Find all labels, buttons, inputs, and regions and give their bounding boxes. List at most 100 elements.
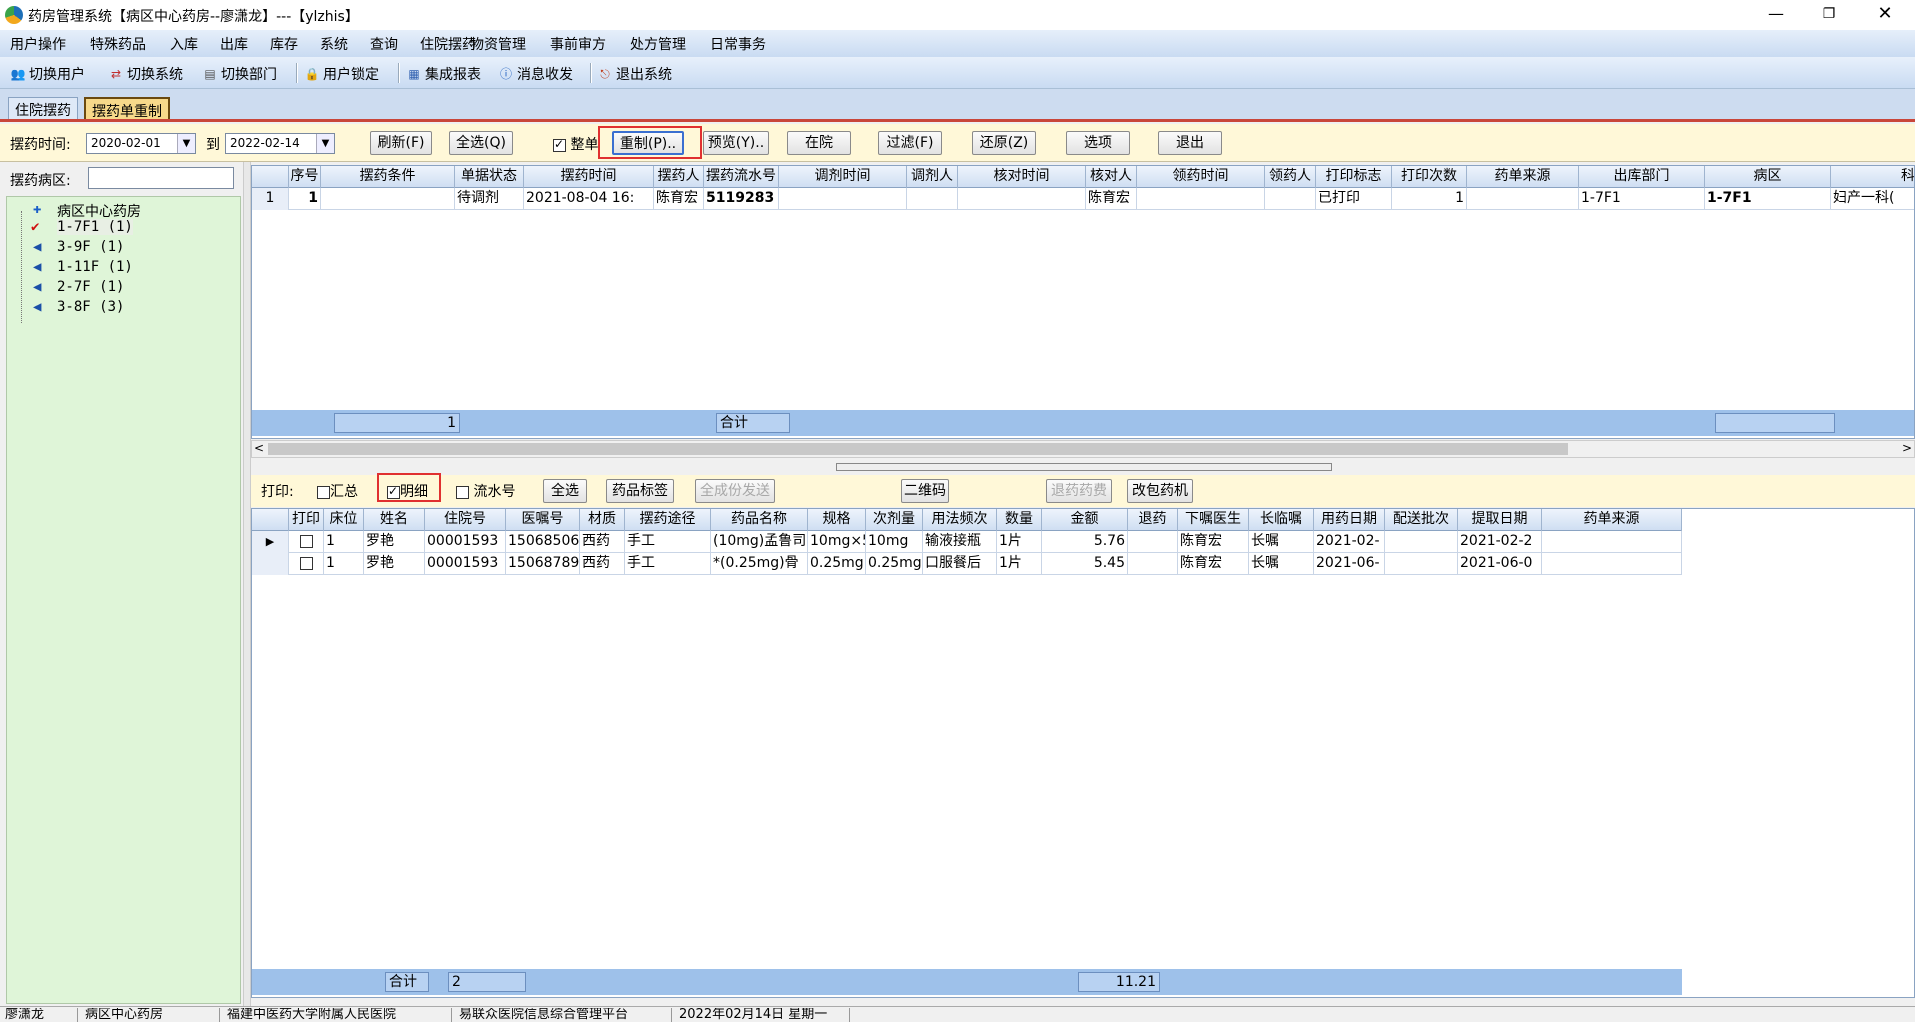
scroll-right-icon[interactable]: > (1902, 441, 1912, 455)
qr-code-button[interactable]: 二维码 (901, 479, 949, 503)
col-header[interactable]: 下嘱医生 (1178, 509, 1249, 531)
menu-materials[interactable]: 事前审方 (550, 34, 606, 54)
messages-button[interactable]: ⓘ 消息收发 (498, 64, 573, 84)
col-header[interactable]: 规格 (808, 509, 866, 531)
restore-icon[interactable]: ❐ (1806, 0, 1852, 30)
table-row[interactable]: 1 罗艳 00001593 15068789 西药 手工 *(0.25mg)骨 … (252, 553, 1682, 575)
tree-item-3-8f[interactable]: 3-8F (3) (57, 299, 124, 315)
horizontal-splitter[interactable] (836, 463, 1332, 471)
chevron-down-icon[interactable]: ▼ (177, 134, 195, 153)
tree-root[interactable]: 病区中心药房 (57, 201, 141, 221)
col-header[interactable]: 摆药途径 (625, 509, 711, 531)
reports-button[interactable]: ▦ 集成报表 (406, 64, 481, 84)
minimize-icon[interactable]: — (1753, 0, 1799, 30)
whole-order-checkbox[interactable]: 整单 (553, 134, 598, 154)
col-header[interactable]: 出库部门 (1579, 166, 1705, 188)
ward-search-input[interactable] (88, 167, 234, 189)
scroll-left-icon[interactable]: < (254, 441, 264, 455)
chevron-down-icon[interactable]: ▼ (316, 134, 334, 153)
close-icon[interactable]: ✕ (1862, 0, 1908, 30)
refresh-button[interactable]: 刷新(F) (370, 131, 432, 155)
summary-checkbox[interactable]: 汇总 (317, 481, 358, 501)
in-hospital-button[interactable]: 在院 (787, 131, 851, 155)
print-cell[interactable] (289, 553, 324, 575)
exit-system-button[interactable]: ⎋ 退出系统 (597, 64, 672, 84)
col-header[interactable]: 摆药人 (654, 166, 704, 188)
menu-inventory[interactable]: 库存 (270, 34, 298, 54)
date-to-picker[interactable]: 2022-02-14 ▼ (225, 133, 335, 154)
col-header[interactable]: 提取日期 (1458, 509, 1542, 531)
col-header[interactable]: 姓名 (364, 509, 425, 531)
serial-checkbox[interactable]: 流水号 (456, 481, 515, 501)
whole-order-check[interactable] (553, 137, 566, 152)
col-header[interactable]: 摆药时间 (524, 166, 654, 188)
table-row[interactable]: ▶ 1 罗艳 00001593 15068506 西药 手工 (10mg)孟鲁司… (252, 531, 1682, 553)
menu-special-drugs[interactable]: 特殊药品 (90, 34, 146, 54)
menu-stock-in[interactable]: 入库 (170, 34, 198, 54)
col-header[interactable]: 配送批次 (1385, 509, 1458, 531)
col-header[interactable]: 打印次数 (1392, 166, 1467, 188)
scroll-thumb[interactable] (268, 443, 1568, 455)
switch-system-button[interactable]: ⇄ 切换系统 (108, 64, 183, 84)
options-button[interactable]: 选项 (1066, 131, 1130, 155)
col-header[interactable]: 领药时间 (1137, 166, 1265, 188)
tree-item-3-9f[interactable]: 3-9F (1) (57, 239, 124, 255)
drug-label-button[interactable]: 药品标签 (606, 479, 674, 503)
date-from-picker[interactable]: 2020-02-01 ▼ (86, 133, 196, 154)
restore-button[interactable]: 还原(Z) (972, 131, 1036, 155)
col-header[interactable]: 用药日期 (1314, 509, 1385, 531)
menu-inpatient-dispense[interactable]: 物资管理 (470, 34, 526, 54)
menu-user-ops[interactable]: 用户操作 (10, 34, 66, 54)
print-check[interactable] (299, 534, 313, 548)
col-header[interactable]: 摆药条件 (321, 166, 455, 188)
horizontal-scrollbar[interactable]: < > (251, 440, 1915, 458)
vertical-splitter[interactable] (243, 162, 251, 1006)
col-header[interactable]: 住院号 (425, 509, 506, 531)
col-header[interactable]: 调剂人 (907, 166, 958, 188)
summary-check[interactable] (317, 485, 330, 499)
tab-inpatient-dispense[interactable]: 住院摆药 (8, 97, 78, 120)
col-header[interactable]: 打印 (289, 509, 324, 531)
col-header[interactable]: 金额 (1042, 509, 1128, 531)
col-header[interactable]: 核对人 (1086, 166, 1137, 188)
col-header[interactable]: 科 (1831, 166, 1914, 188)
switch-department-button[interactable]: ▤ 切换部门 (202, 64, 277, 84)
menu-query[interactable]: 查询 (370, 34, 398, 54)
col-header[interactable]: 单据状态 (455, 166, 524, 188)
col-header[interactable]: 打印标志 (1316, 166, 1392, 188)
col-header[interactable]: 领药人 (1265, 166, 1316, 188)
filter-button[interactable]: 过滤(F) (878, 131, 942, 155)
col-header[interactable]: 药单来源 (1542, 509, 1682, 531)
tab-dispense-remake[interactable]: 摆药单重制 (84, 97, 170, 120)
col-header[interactable]: 摆药流水号 (704, 166, 779, 188)
print-select-all-button[interactable]: 全选 (543, 479, 587, 503)
switch-user-button[interactable]: 👥 切换用户 (10, 64, 85, 84)
menu-pre-review[interactable]: 处方管理 (630, 34, 686, 54)
col-header[interactable]: 病区 (1705, 166, 1831, 188)
select-all-button[interactable]: 全选(Q) (449, 131, 513, 155)
col-header[interactable]: 床位 (324, 509, 364, 531)
menu-system[interactable]: 系统 (320, 34, 348, 54)
col-header[interactable]: 数量 (997, 509, 1042, 531)
user-lock-button[interactable]: 🔒 用户锁定 (304, 64, 379, 84)
col-header[interactable]: 退药 (1128, 509, 1178, 531)
return-drug-button[interactable]: 退药药费 (1046, 479, 1112, 503)
col-header[interactable]: 药单来源 (1467, 166, 1579, 188)
col-header[interactable]: 药品名称 (711, 509, 808, 531)
exit-button[interactable]: 退出 (1158, 131, 1222, 155)
col-header[interactable]: 序号 (289, 166, 321, 188)
tree-item-2-7f[interactable]: 2-7F (1) (57, 279, 124, 295)
col-header[interactable]: 材质 (580, 509, 625, 531)
serial-check[interactable] (456, 485, 469, 499)
tree-item-1-11f[interactable]: 1-11F (1) (57, 259, 133, 275)
full-send-button[interactable]: 全成份发送 (695, 479, 775, 503)
col-header[interactable]: 次剂量 (866, 509, 923, 531)
menu-prescription[interactable]: 日常事务 (710, 34, 766, 54)
plus-icon[interactable]: ✚ (33, 201, 41, 217)
table-row[interactable]: 1 1 待调剂 2021-08-04 16: 陈育宏 5119283 陈育宏 已… (252, 188, 1914, 210)
tree-item-1-7f1[interactable]: 1-7F1 (1) (57, 219, 133, 235)
change-pack-button[interactable]: 改包药机 (1127, 479, 1193, 503)
menu-stock-out[interactable]: 出库 (220, 34, 248, 54)
menu-statistics[interactable]: 住院摆药 (420, 34, 476, 54)
col-header[interactable]: 医嘱号 (506, 509, 580, 531)
